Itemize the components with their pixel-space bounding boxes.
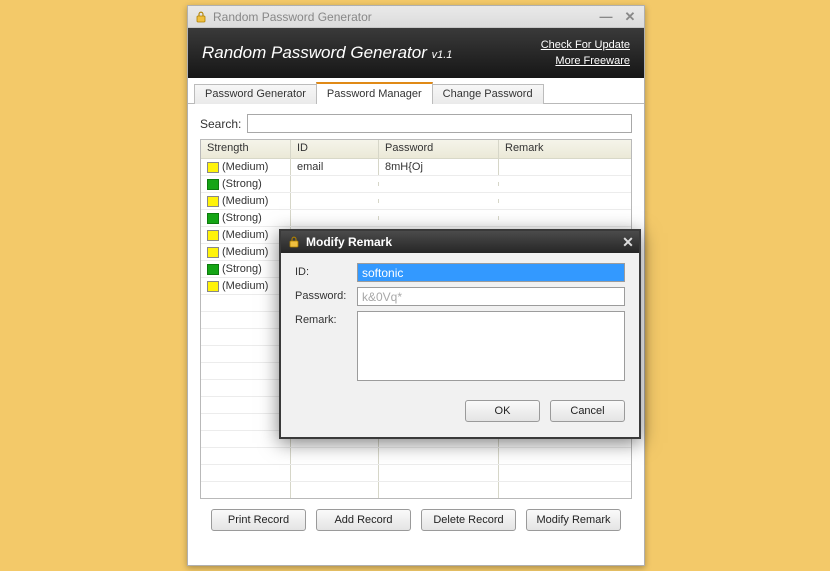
more-freeware-link[interactable]: More Freeware	[555, 55, 630, 67]
banner-links: Check For Update More Freeware	[541, 37, 630, 69]
titlebar: Random Password Generator — ✕	[188, 6, 644, 28]
remark-label: Remark:	[295, 311, 357, 326]
table-row: ....	[201, 482, 631, 499]
table-row[interactable]: (Medium)	[201, 193, 631, 210]
id-field[interactable]	[357, 263, 625, 282]
cell-password	[379, 199, 499, 203]
tab-change-password[interactable]: Change Password	[432, 84, 544, 104]
delete-record-button[interactable]: Delete Record	[421, 509, 516, 531]
table-row[interactable]: (Medium) email8mH{Oj	[201, 159, 631, 176]
header-password[interactable]: Password	[379, 140, 499, 158]
header-remark[interactable]: Remark	[499, 140, 631, 158]
cell-id	[291, 216, 379, 220]
strength-text: (Medium)	[222, 246, 268, 258]
strength-swatch	[207, 247, 219, 258]
cell-remark	[499, 182, 631, 186]
cell-strength: (Medium)	[201, 278, 291, 294]
strength-text: (Medium)	[222, 229, 268, 241]
strength-swatch	[207, 213, 219, 224]
search-input[interactable]	[247, 114, 632, 133]
strength-text: (Medium)	[222, 161, 268, 173]
cell-strength: (Strong)	[201, 176, 291, 192]
minimize-button[interactable]: —	[596, 9, 616, 25]
strength-swatch	[207, 281, 219, 292]
strength-swatch	[207, 230, 219, 241]
cell-id	[291, 182, 379, 186]
password-field[interactable]	[357, 287, 625, 306]
modify-remark-button[interactable]: Modify Remark	[526, 509, 621, 531]
add-record-button[interactable]: Add Record	[316, 509, 411, 531]
remark-field[interactable]	[357, 311, 625, 381]
table-row: ....	[201, 465, 631, 482]
table-row: ....	[201, 448, 631, 465]
dialog-close-button[interactable]: ✕	[617, 231, 639, 253]
cell-remark	[499, 165, 631, 169]
header-strength[interactable]: Strength	[201, 140, 291, 158]
strength-text: (Medium)	[222, 280, 268, 292]
check-update-link[interactable]: Check For Update	[541, 39, 630, 51]
dialog-body: ID: Password: Remark:	[281, 253, 639, 396]
cell-password	[379, 182, 499, 186]
cell-strength: (Strong)	[201, 261, 291, 277]
id-label: ID:	[295, 263, 357, 278]
window-title: Random Password Generator	[213, 10, 596, 24]
strength-swatch	[207, 162, 219, 173]
search-row: Search:	[200, 114, 632, 133]
table-row[interactable]: (Strong)	[201, 176, 631, 193]
strength-swatch	[207, 179, 219, 190]
cell-password	[379, 216, 499, 220]
app-title-text: Random Password Generator	[202, 43, 427, 62]
cancel-button[interactable]: Cancel	[550, 400, 625, 422]
search-label: Search:	[200, 117, 241, 131]
banner: Random Password Generator v1.1 Check For…	[188, 28, 644, 78]
cell-remark	[499, 199, 631, 203]
strength-text: (Strong)	[222, 263, 262, 275]
dialog-titlebar: Modify Remark ✕	[281, 231, 639, 253]
app-title: Random Password Generator v1.1	[202, 43, 541, 63]
strength-text: (Strong)	[222, 212, 262, 224]
ok-button[interactable]: OK	[465, 400, 540, 422]
button-bar: Print Record Add Record Delete Record Mo…	[188, 499, 644, 541]
lock-icon	[287, 235, 301, 249]
close-button[interactable]: ✕	[620, 9, 640, 25]
cell-id: email	[291, 159, 379, 175]
header-id[interactable]: ID	[291, 140, 379, 158]
dialog-title: Modify Remark	[306, 235, 617, 249]
strength-text: (Strong)	[222, 178, 262, 190]
strength-swatch	[207, 264, 219, 275]
app-version: v1.1	[432, 49, 453, 61]
cell-strength: (Medium)	[201, 159, 291, 175]
lock-icon	[194, 10, 208, 24]
strength-text: (Medium)	[222, 195, 268, 207]
table-row[interactable]: (Strong)	[201, 210, 631, 227]
cell-strength: (Medium)	[201, 193, 291, 209]
cell-password: 8mH{Oj	[379, 159, 499, 175]
password-label: Password:	[295, 287, 357, 302]
modify-remark-dialog: Modify Remark ✕ ID: Password: Remark: OK…	[279, 229, 641, 439]
tab-bar: Password Generator Password Manager Chan…	[188, 78, 644, 104]
cell-id	[291, 199, 379, 203]
tab-password-manager[interactable]: Password Manager	[316, 82, 433, 104]
tab-password-generator[interactable]: Password Generator	[194, 84, 317, 104]
cell-strength: (Medium)	[201, 227, 291, 243]
cell-strength: (Strong)	[201, 210, 291, 226]
grid-header: Strength ID Password Remark	[201, 140, 631, 159]
cell-remark	[499, 216, 631, 220]
cell-strength: (Medium)	[201, 244, 291, 260]
print-record-button[interactable]: Print Record	[211, 509, 306, 531]
dialog-buttons: OK Cancel	[281, 396, 639, 422]
strength-swatch	[207, 196, 219, 207]
